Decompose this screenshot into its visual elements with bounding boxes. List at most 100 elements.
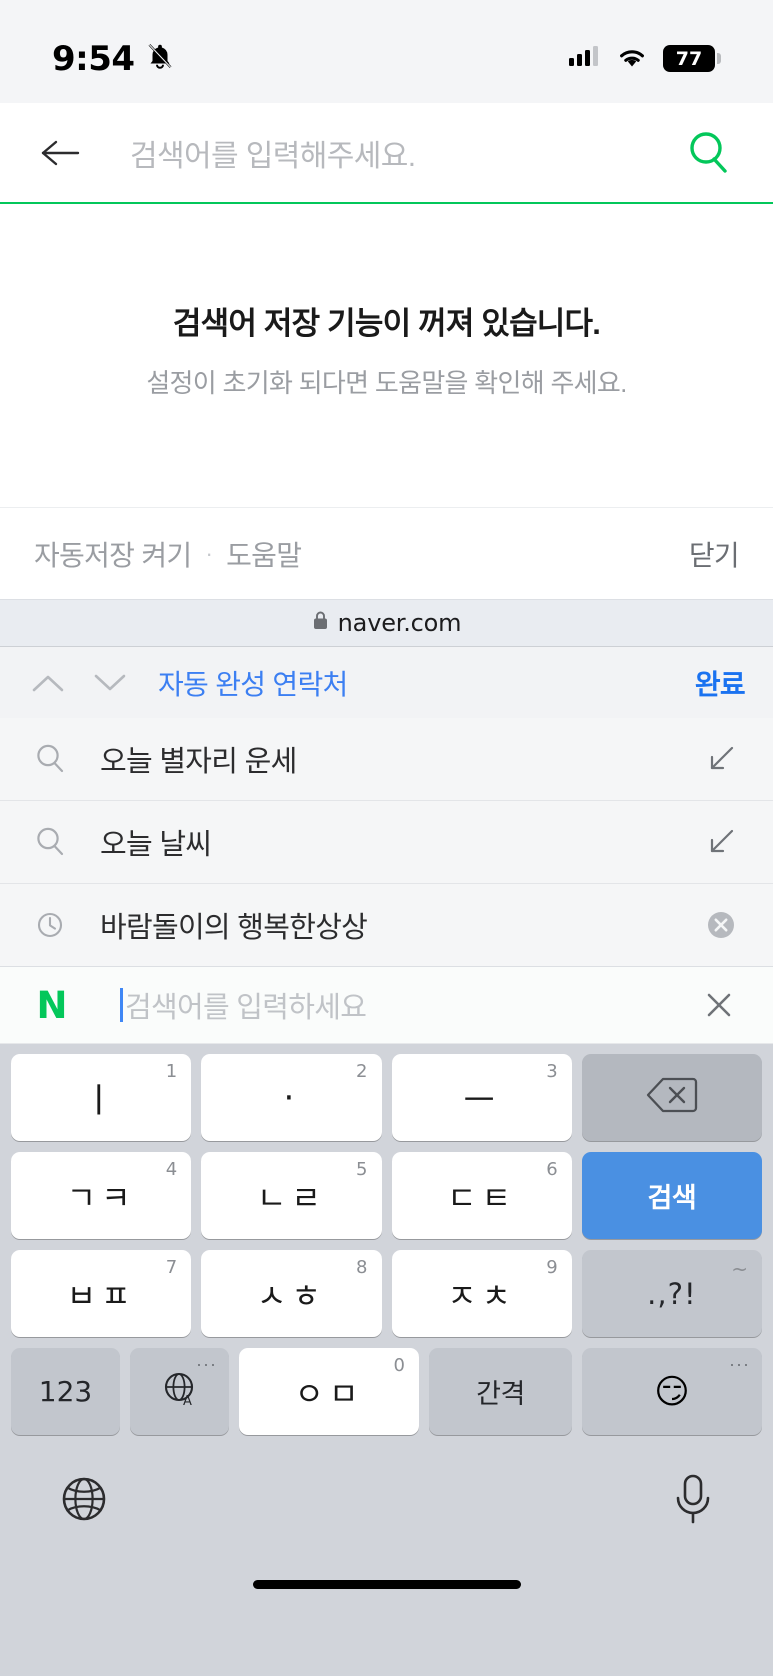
- autofill-label[interactable]: 자동 완성 연락처: [158, 663, 695, 703]
- key-number-hint: 8: [356, 1257, 368, 1278]
- home-indicator-area: [6, 1561, 767, 1607]
- close-link[interactable]: 닫기: [689, 534, 740, 574]
- key-vowel-i[interactable]: ㅣ 1: [11, 1054, 192, 1141]
- domain-bar[interactable]: naver.com: [0, 599, 773, 646]
- empty-state-title: 검색어 저장 기능이 꺼져 있습니다.: [172, 305, 601, 341]
- domain-text: naver.com: [337, 609, 462, 637]
- space-key[interactable]: 간격: [429, 1348, 572, 1435]
- key-ieung-mieum[interactable]: ㅇㅁ 0: [239, 1348, 419, 1435]
- search-header: 검색어를 입력해주세요.: [0, 103, 773, 204]
- key-vowel-eu[interactable]: ㅡ 3: [391, 1054, 572, 1141]
- microphone-icon[interactable]: [671, 1472, 715, 1531]
- key-label: ㅈㅊ: [447, 1276, 517, 1315]
- autofill-nav-buttons: [28, 663, 130, 703]
- key-number-hint: 5: [356, 1159, 368, 1180]
- key-vowel-dot[interactable]: · 2: [201, 1054, 382, 1141]
- globe-language-icon: A: [159, 1368, 201, 1415]
- list-item[interactable]: 오늘 날씨: [0, 801, 773, 884]
- globe-language-key[interactable]: ··· A: [130, 1348, 229, 1435]
- suggestion-text: 오늘 별자리 운세: [100, 746, 297, 778]
- close-icon[interactable]: [693, 983, 745, 1027]
- naver-input-bar[interactable]: N 검색어를 입력하세요: [0, 967, 773, 1044]
- status-bar-time: 9:54: [52, 38, 135, 79]
- empty-state: 검색어 저장 기능이 꺼져 있습니다. 설정이 초기화 되다면 도움말을 확인해…: [0, 204, 773, 507]
- home-indicator[interactable]: [252, 1579, 521, 1589]
- back-arrow-icon[interactable]: [34, 127, 86, 179]
- key-number-hint: 3: [546, 1061, 558, 1082]
- numbers-key[interactable]: 123: [11, 1348, 120, 1435]
- status-bar: 9:54 77: [0, 0, 773, 103]
- battery-level: 77: [675, 47, 703, 70]
- remove-circle-icon[interactable]: [697, 907, 745, 943]
- key-giyeok-kieuk[interactable]: ㄱㅋ 4: [11, 1152, 192, 1239]
- naver-logo: N: [36, 983, 68, 1027]
- key-label: ㄴㄹ: [256, 1178, 326, 1217]
- search-input[interactable]: 검색어를 입력해주세요.: [86, 131, 679, 175]
- key-number-hint: 2: [356, 1061, 368, 1082]
- search-footer-bar: 자동저장 켜기 · 도움말 닫기: [0, 507, 773, 599]
- search-icon[interactable]: [679, 127, 739, 179]
- key-alt-hint: ~: [731, 1257, 748, 1281]
- keyboard-row-1: ㅣ 1 · 2 ㅡ 3: [6, 1054, 767, 1141]
- key-label: ㄷㅌ: [447, 1178, 517, 1217]
- key-nieun-rieul[interactable]: ㄴㄹ 5: [201, 1152, 382, 1239]
- clock-icon: [28, 907, 74, 943]
- key-number-hint: 0: [393, 1355, 405, 1376]
- keyboard-row-4: 123 ··· A ㅇㅁ 0 간격 ··· 😏: [6, 1348, 767, 1435]
- key-label: ㅂㅍ: [66, 1276, 136, 1315]
- naver-search-input[interactable]: 검색어를 입력하세요: [125, 984, 693, 1026]
- chevron-up-icon[interactable]: [28, 663, 68, 703]
- key-label: 123: [38, 1375, 93, 1408]
- more-options-dots: ···: [196, 1354, 217, 1374]
- key-jieut-chieut[interactable]: ㅈㅊ 9: [391, 1250, 572, 1337]
- chevron-down-icon[interactable]: [90, 663, 130, 703]
- empty-state-subtitle: 설정이 초기화 되다면 도움말을 확인해 주세요.: [146, 367, 627, 398]
- key-label: ㅅㅎ: [256, 1276, 326, 1315]
- keyboard-footer: [6, 1441, 767, 1561]
- globe-icon[interactable]: [58, 1473, 110, 1530]
- key-label: ㅣ: [82, 1081, 120, 1121]
- key-label: ·: [283, 1077, 300, 1118]
- arrow-down-left-icon[interactable]: [697, 824, 745, 860]
- key-label: ㄱㅋ: [66, 1178, 136, 1217]
- lock-icon: [312, 610, 329, 636]
- key-label: ㅡ: [463, 1081, 500, 1121]
- suggestion-list: 오늘 별자리 운세 오늘 날씨 바람돌이의 행복한상상: [0, 718, 773, 967]
- suggestion-text: 바람돌이의 행복한상상: [100, 912, 368, 944]
- autofill-done-button[interactable]: 완료: [695, 663, 746, 703]
- backspace-key[interactable]: [581, 1054, 762, 1141]
- search-icon: [28, 824, 74, 860]
- text-caret: [120, 988, 123, 1022]
- suggestion-text: 오늘 날씨: [100, 829, 212, 861]
- bell-slash-icon: [145, 41, 175, 76]
- key-bieup-pieup[interactable]: ㅂㅍ 7: [11, 1250, 192, 1337]
- keyboard-row-2: ㄱㅋ 4 ㄴㄹ 5 ㄷㅌ 6 검색: [6, 1152, 767, 1239]
- korean-keyboard: ㅣ 1 · 2 ㅡ 3 ㄱㅋ 4 ㄴㄹ 5 ㄷㅌ 6 검색 ㅂㅍ 7 ㅅㅎ 8 …: [0, 1044, 773, 1676]
- autosave-toggle-link[interactable]: 자동저장 켜기: [34, 534, 192, 574]
- key-label: 검색: [647, 1183, 697, 1213]
- key-siot-hieut[interactable]: ㅅㅎ 8: [201, 1250, 382, 1337]
- cellular-signal-icon: [569, 44, 601, 73]
- search-key[interactable]: 검색: [581, 1152, 762, 1239]
- key-number-hint: 1: [165, 1061, 178, 1082]
- list-item[interactable]: 오늘 별자리 운세: [0, 718, 773, 801]
- key-number-hint: 9: [546, 1257, 558, 1278]
- key-label: .,?!: [647, 1276, 697, 1311]
- battery-icon: 77: [663, 45, 721, 72]
- list-item[interactable]: 바람돌이의 행복한상상: [0, 884, 773, 967]
- arrow-down-left-icon[interactable]: [697, 741, 745, 777]
- help-link[interactable]: 도움말: [226, 534, 302, 574]
- backspace-icon: [646, 1075, 698, 1120]
- search-icon: [28, 741, 74, 777]
- status-bar-right: 77: [569, 44, 721, 74]
- emoji-key[interactable]: ··· 😏: [582, 1348, 762, 1435]
- status-bar-left: 9:54: [52, 39, 175, 79]
- phone-screen: 9:54 77 검색어를 입력해주세요. 검색어 저장 기능이 꺼져 있습니다.…: [0, 0, 773, 1676]
- punctuation-key[interactable]: .,?! ~: [581, 1250, 762, 1337]
- search-footer-links: 자동저장 켜기 · 도움말: [34, 534, 302, 574]
- key-number-hint: 4: [165, 1159, 178, 1180]
- wifi-icon: [615, 44, 649, 74]
- key-number-hint: 7: [165, 1257, 178, 1278]
- key-digeut-tieut[interactable]: ㄷㅌ 6: [391, 1152, 572, 1239]
- svg-text:A: A: [183, 1394, 192, 1409]
